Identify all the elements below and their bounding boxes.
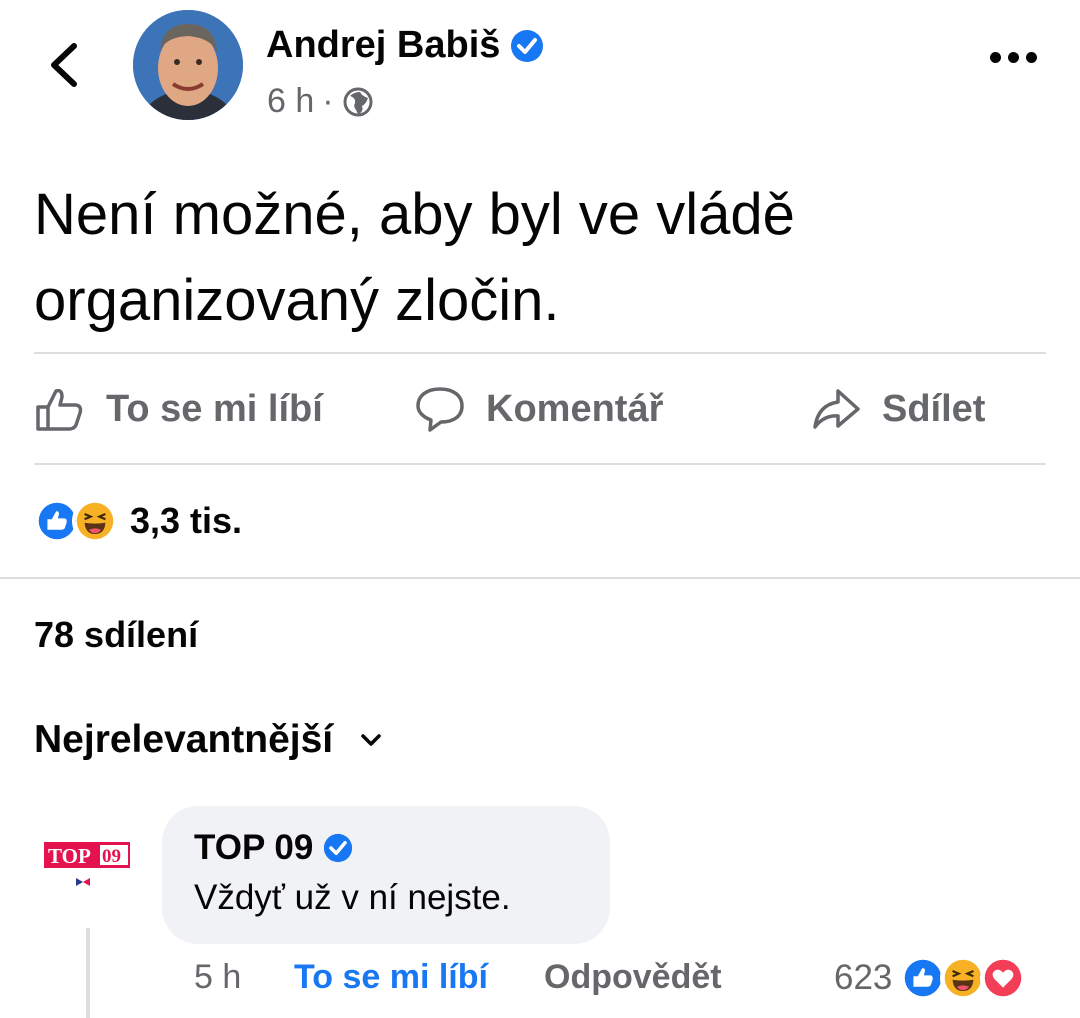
thumbs-up-icon bbox=[36, 388, 83, 431]
author-avatar[interactable] bbox=[133, 10, 243, 120]
chevron-down-icon bbox=[361, 734, 381, 746]
reaction-count: 3,3 tis. bbox=[130, 500, 243, 541]
comment-author[interactable]: TOP 09 bbox=[194, 828, 313, 868]
globe-icon bbox=[343, 87, 373, 116]
share-count[interactable]: 78 sdílení bbox=[34, 614, 198, 656]
more-options-button[interactable] bbox=[990, 52, 1037, 63]
back-button[interactable] bbox=[44, 40, 84, 90]
sort-label: Nejrelevantnější bbox=[34, 718, 334, 761]
post-meta: 6 h · bbox=[267, 82, 374, 121]
comment-author-row: TOP 09 bbox=[194, 828, 578, 868]
person-avatar-image bbox=[133, 10, 243, 120]
comment-button[interactable]: Komentář bbox=[414, 383, 663, 435]
comment-bubble-icon bbox=[416, 387, 464, 432]
post-time[interactable]: 6 h bbox=[267, 82, 314, 121]
share-arrow-icon bbox=[813, 389, 860, 429]
reactions-summary[interactable]: 3,3 tis. bbox=[34, 498, 242, 544]
meta-separator: · bbox=[322, 82, 334, 120]
svg-text:TOP: TOP bbox=[48, 844, 91, 868]
verified-badge-icon bbox=[324, 833, 353, 863]
comment-reactions[interactable]: 623 bbox=[834, 955, 1027, 1001]
comment-sort-dropdown[interactable]: Nejrelevantnější bbox=[34, 718, 387, 762]
like-button[interactable]: To se mi líbí bbox=[34, 383, 323, 435]
love-reaction-icon bbox=[980, 955, 1027, 1001]
more-dot-icon bbox=[1008, 52, 1019, 63]
comment-time: 5 h bbox=[194, 958, 242, 996]
comment-avatar[interactable]: TOP 09 bbox=[32, 830, 144, 900]
svg-text:09: 09 bbox=[102, 846, 121, 867]
author-name[interactable]: Andrej Babiš bbox=[266, 24, 500, 67]
more-dot-icon bbox=[990, 52, 1001, 63]
comment-bubble[interactable]: TOP 09 Vždyť už v ní nejste. bbox=[162, 806, 610, 944]
chevron-left-icon bbox=[51, 43, 77, 87]
haha-reaction-icon bbox=[72, 498, 118, 544]
share-label: Sdílet bbox=[882, 387, 986, 430]
comment-like-button[interactable]: To se mi líbí bbox=[294, 958, 488, 997]
section-divider bbox=[0, 577, 1080, 579]
comment-reply-button[interactable]: Odpovědět bbox=[544, 958, 722, 997]
verified-badge-icon bbox=[511, 29, 544, 62]
author-name-row: Andrej Babiš bbox=[266, 24, 544, 67]
comment-text: Vždyť už v ní nejste. bbox=[194, 878, 511, 917]
thread-line bbox=[86, 928, 90, 1018]
comment-reaction-count: 623 bbox=[834, 958, 893, 997]
share-button[interactable]: Sdílet bbox=[810, 383, 985, 435]
divider bbox=[34, 352, 1046, 354]
like-label: To se mi líbí bbox=[106, 387, 323, 430]
comment-label: Komentář bbox=[486, 387, 664, 430]
more-dot-icon bbox=[1026, 52, 1037, 63]
top09-logo: TOP 09 bbox=[44, 842, 130, 886]
post-text: Není možné, aby byl ve vládě organizovan… bbox=[34, 182, 795, 333]
divider bbox=[34, 463, 1046, 465]
